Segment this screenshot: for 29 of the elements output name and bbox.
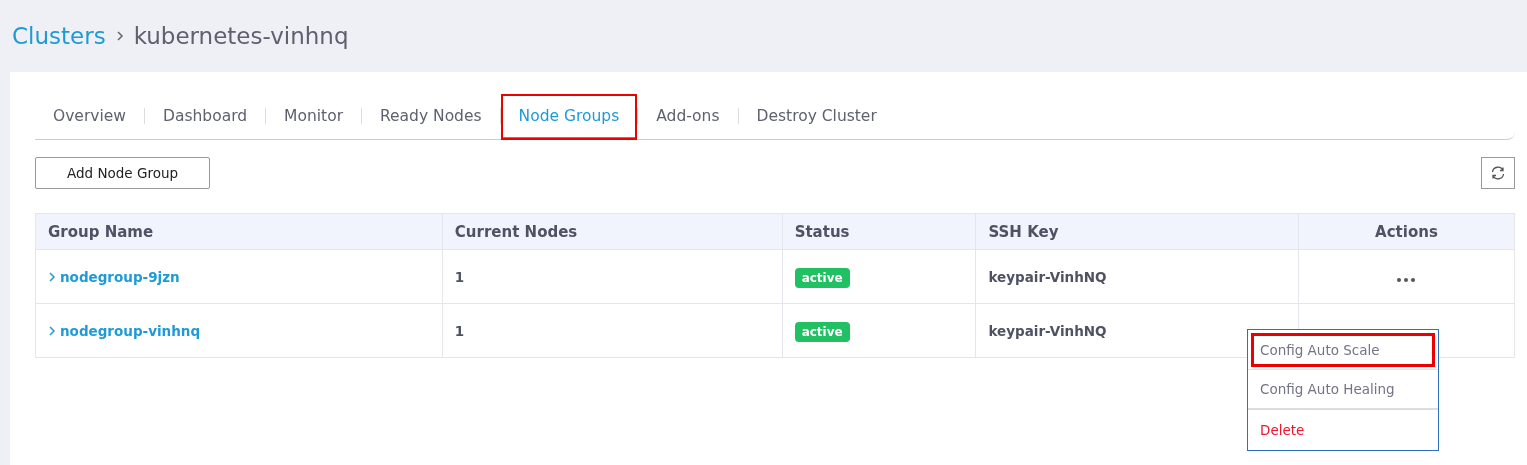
refresh-button[interactable] xyxy=(1481,157,1515,189)
group-name-link[interactable]: nodegroup-9jzn xyxy=(48,268,180,285)
tab[interactable]: Node Groups xyxy=(500,94,638,140)
table-cell: 1 xyxy=(454,268,465,285)
tab[interactable]: Add-ons xyxy=(638,94,738,140)
tab[interactable]: Destroy Cluster xyxy=(738,94,895,140)
status-badge: active xyxy=(794,267,850,288)
add-node-group-button[interactable]: Add Node Group xyxy=(35,157,210,189)
chevron-icon xyxy=(48,325,56,336)
tab[interactable]: Dashboard xyxy=(145,94,266,140)
column-header: Status xyxy=(782,213,976,250)
tab[interactable]: Ready Nodes xyxy=(362,94,500,140)
refresh-icon xyxy=(1490,165,1506,181)
page-title: kubernetes-vinhnq xyxy=(133,23,349,49)
menu-item[interactable]: Config Auto Scale xyxy=(1248,330,1438,370)
tab[interactable]: Monitor xyxy=(266,94,361,140)
table-cell: keypair-VinhNQ xyxy=(988,322,1107,339)
table-cell: keypair-VinhNQ xyxy=(988,268,1107,285)
column-header: Current Nodes xyxy=(442,213,783,250)
column-header: Group Name xyxy=(35,213,443,250)
chevron-icon xyxy=(115,30,124,42)
column-header: SSH Key xyxy=(975,213,1299,250)
status-badge: active xyxy=(794,321,850,342)
column-header: Actions xyxy=(1298,213,1515,250)
table-cell: 1 xyxy=(454,322,465,339)
tab[interactable]: Overview xyxy=(35,94,144,140)
more-icon[interactable] xyxy=(1397,277,1416,282)
group-name-link[interactable]: nodegroup-vinhnq xyxy=(48,322,201,339)
chevron-icon xyxy=(48,271,56,282)
